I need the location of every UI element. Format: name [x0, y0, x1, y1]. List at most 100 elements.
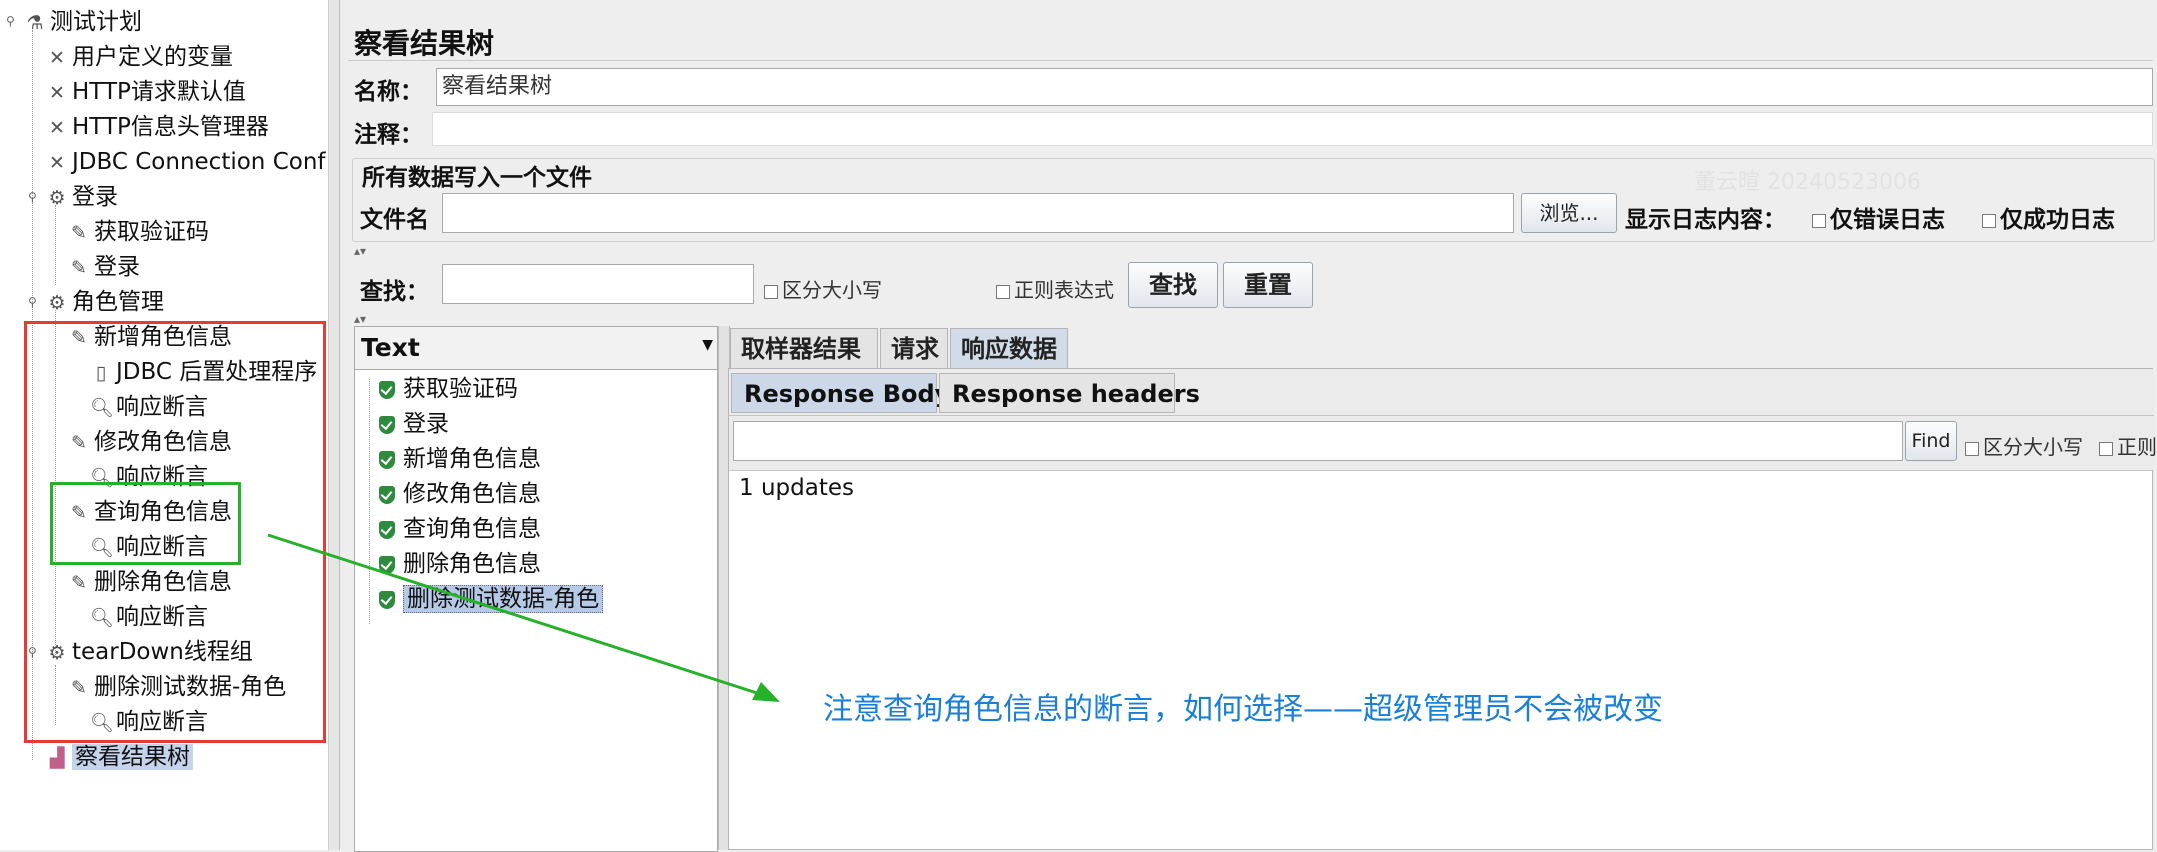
tree-node-login[interactable]: ✎ 登录 [68, 251, 140, 283]
comment-field[interactable] [432, 112, 2153, 146]
checkbox-box [1812, 213, 1826, 228]
checkbox-box [764, 284, 778, 299]
tree-node-header-manager[interactable]: ✕ HTTP信息头管理器 [46, 111, 269, 143]
tree-node-label: 角色管理 [72, 289, 164, 315]
errors-only-checkbox[interactable]: 仅错误日志 [1812, 200, 1945, 234]
split-arrows-icon[interactable]: ▴▾ [354, 312, 366, 326]
pipette-icon: ✎ [71, 222, 87, 244]
tree-node-label: HTTP请求默认值 [72, 79, 246, 105]
chevron-down-icon: ▼ [702, 337, 713, 353]
test-plan-tree[interactable]: ⚲ ⚗ 测试计划 ✕ 用户定义的变量 ✕ HTTP请求默认值 ✕ HTTP信息头管理器 … [0, 0, 329, 850]
tree-node-test-plan[interactable]: ⚗ 测试计划 [24, 6, 142, 38]
checkbox-label: 正则表达式 [1014, 278, 1114, 302]
tree-node-user-vars[interactable]: ✕ 用户定义的变量 [46, 41, 233, 73]
wrench-icon: ✕ [49, 117, 65, 139]
results-list-pane: Text ▼ 获取验证码 登录 新增角色信息 修改角色信息 查询角色信息 删除角… [354, 326, 718, 852]
collapse-toggle[interactable]: ⚲ [6, 14, 15, 28]
reset-button[interactable]: 重置 [1223, 262, 1313, 308]
checkbox-box [1982, 213, 1996, 228]
tree-node-label: 登录 [94, 254, 140, 280]
panel-title: 察看结果树 [354, 27, 495, 60]
divider [348, 60, 2153, 61]
regex-checkbox[interactable]: 正则表达式 [996, 274, 1114, 303]
watermark: 董云暄 20240523006 [1694, 170, 1921, 195]
tree-line [369, 379, 370, 624]
tree-node-label: 察看结果树 [72, 744, 193, 770]
checkbox-box [2099, 441, 2113, 456]
tree-node-label: 获取验证码 [94, 219, 209, 245]
collapse-toggle[interactable]: ⚲ [28, 190, 37, 204]
checkbox-label: 正则 [2117, 435, 2157, 459]
tree-node-view-results-tree[interactable]: ▟ 察看结果树 [46, 741, 193, 773]
filename-label: 文件名 [360, 207, 429, 233]
tree-node-role-management[interactable]: ⚙ 角色管理 [46, 286, 164, 318]
gear-icon: ⚙ [48, 187, 66, 209]
comment-label: 注释： [354, 122, 423, 148]
panel-splitter[interactable] [328, 0, 340, 850]
tree-node-label: HTTP信息头管理器 [72, 114, 269, 140]
pipette-icon: ✎ [71, 257, 87, 279]
success-shield-icon [379, 555, 395, 574]
result-item[interactable]: 获取验证码 [379, 373, 518, 405]
file-section-title: 所有数据写入一个文件 [362, 165, 592, 191]
tree-node-get-captcha[interactable]: ✎ 获取验证码 [68, 216, 209, 248]
result-item[interactable]: 查询角色信息 [379, 513, 541, 545]
browse-button[interactable]: 浏览... [1521, 193, 1617, 233]
search-input[interactable] [442, 264, 754, 304]
body-case-sensitive-checkbox[interactable]: 区分大小写 [1965, 431, 2083, 460]
result-item-selected[interactable]: 删除测试数据-角色 [379, 583, 604, 615]
body-regex-checkbox[interactable]: 正则 [2099, 431, 2157, 460]
result-item[interactable]: 删除角色信息 [379, 548, 541, 580]
checkbox-label: 仅错误日志 [1830, 207, 1945, 233]
checkbox-label: 区分大小写 [782, 278, 882, 302]
renderer-value: Text [361, 333, 420, 362]
tree-node-label: 登录 [72, 184, 118, 210]
body-find-button[interactable]: Find [1905, 421, 1957, 461]
success-shield-icon [379, 485, 395, 504]
annotation-note: 注意查询角色信息的断言，如何选择——超级管理员不会被改变 [823, 692, 1663, 727]
collapse-toggle[interactable]: ⚲ [28, 295, 37, 309]
search-label: 查找： [360, 279, 429, 305]
result-item[interactable]: 修改角色信息 [379, 478, 541, 510]
gear-icon: ⚙ [48, 292, 66, 314]
response-body-text[interactable]: 1 updates [739, 475, 854, 501]
success-only-checkbox[interactable]: 仅成功日志 [1982, 200, 2115, 234]
log-content-label: 显示日志内容： [1625, 207, 1786, 233]
filename-field[interactable] [442, 193, 1514, 233]
tab-request[interactable]: 请求 [880, 328, 948, 368]
result-item[interactable]: 新增角色信息 [379, 443, 541, 475]
tree-node-login-group[interactable]: ⚙ 登录 [46, 181, 118, 213]
success-shield-icon [379, 415, 395, 434]
tab-response-data[interactable]: 响应数据 [950, 328, 1068, 368]
subtab-response-headers[interactable]: Response headers [939, 373, 1200, 413]
subtab-response-body[interactable]: Response Body [731, 373, 950, 413]
result-item-label: 删除角色信息 [403, 551, 541, 577]
result-item-label: 获取验证码 [403, 376, 518, 402]
success-shield-icon [379, 450, 395, 469]
tree-node-http-defaults[interactable]: ✕ HTTP请求默认值 [46, 76, 246, 108]
green-highlight-box [50, 482, 241, 565]
checkbox-box [996, 284, 1010, 299]
success-shield-icon [379, 520, 395, 539]
checkbox-box [1965, 441, 1979, 456]
tree-node-label: 用户定义的变量 [72, 44, 233, 70]
tree-node-jdbc-conf[interactable]: ✕ JDBC Connection Conf [46, 146, 326, 178]
result-item-label: 新增角色信息 [403, 446, 541, 472]
name-field[interactable]: 察看结果树 [436, 68, 2153, 106]
success-shield-icon [379, 590, 395, 609]
tree-node-label: JDBC Connection Conf [72, 149, 326, 175]
tree-node-label: 测试计划 [50, 9, 142, 35]
body-search-input[interactable] [733, 421, 1903, 461]
checkbox-label: 区分大小写 [1983, 435, 2083, 459]
response-data-panel: Response Body Response headers Find 区分大小… [728, 368, 2157, 850]
wrench-icon: ✕ [49, 82, 65, 104]
wrench-icon: ✕ [49, 152, 65, 174]
tab-sampler-result[interactable]: 取样器结果 [730, 328, 878, 368]
split-arrows-icon[interactable]: ▴▾ [354, 244, 366, 258]
renderer-select[interactable]: Text ▼ [355, 327, 717, 370]
find-button[interactable]: 查找 [1128, 262, 1218, 308]
case-sensitive-checkbox[interactable]: 区分大小写 [764, 274, 882, 303]
result-item-label: 登录 [403, 411, 449, 437]
result-item-label: 查询角色信息 [403, 516, 541, 542]
result-item[interactable]: 登录 [379, 408, 449, 440]
